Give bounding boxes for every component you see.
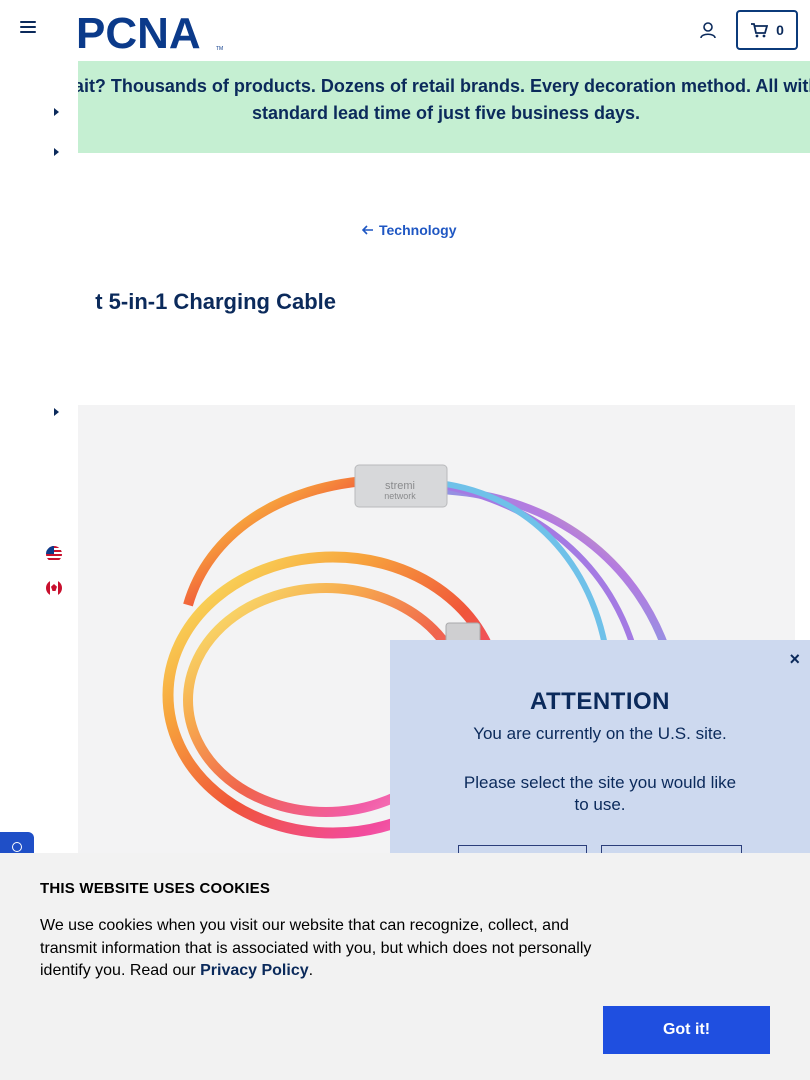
modal-current-site: You are currently on the U.S. site. — [473, 724, 727, 743]
promo-banner: Wait? Thousands of products. Dozens of r… — [78, 61, 810, 153]
feedback-icon — [12, 842, 22, 852]
promo-text: Wait? Thousands of products. Dozens of r… — [78, 76, 810, 123]
locale-modal: × ATTENTION You are currently on the U.S… — [390, 640, 810, 860]
cookie-text: We use cookies when you visit our websit… — [40, 915, 600, 983]
breadcrumb-back-link[interactable]: Technology — [362, 222, 457, 238]
product-title-text: t 5-in-1 Charging Cable — [95, 289, 336, 314]
product-title: t 5-in-1 Charging Cable — [0, 288, 380, 322]
caret-right-icon[interactable] — [54, 148, 59, 156]
canada-flag-icon[interactable] — [46, 580, 62, 596]
site-header: PCNA TM 0 — [0, 0, 810, 60]
cookie-banner: THIS WEBSITE USES COOKIES We use cookies… — [0, 853, 810, 1080]
modal-prompt: Please select the site you would like to… — [463, 773, 737, 814]
logo-text: PCNA — [76, 10, 201, 52]
cookie-body: We use cookies when you visit our websit… — [40, 917, 592, 979]
modal-title: ATTENTION — [529, 688, 671, 715]
breadcrumb-label: Technology — [379, 222, 457, 238]
privacy-policy-link[interactable]: Privacy Policy — [200, 962, 309, 979]
cart-button[interactable]: 0 — [736, 10, 798, 50]
cart-count: 0 — [776, 22, 784, 38]
cookie-title: THIS WEBSITE USES COOKIES — [40, 880, 271, 897]
menu-icon[interactable] — [20, 21, 36, 39]
close-icon[interactable]: × — [789, 649, 800, 670]
svg-text:TM: TM — [216, 46, 223, 52]
arrow-left-icon — [362, 225, 373, 235]
pcna-logo[interactable]: PCNA TM — [76, 10, 224, 52]
caret-right-icon[interactable] — [54, 108, 59, 116]
us-flag-icon[interactable] — [46, 546, 62, 562]
accept-cookies-button[interactable]: Got it! — [603, 1006, 770, 1054]
cart-icon — [751, 23, 769, 38]
caret-right-icon[interactable] — [54, 408, 59, 416]
connector-brand-line2: network — [384, 491, 416, 501]
cookie-period: . — [308, 962, 314, 979]
user-icon[interactable] — [698, 20, 718, 40]
